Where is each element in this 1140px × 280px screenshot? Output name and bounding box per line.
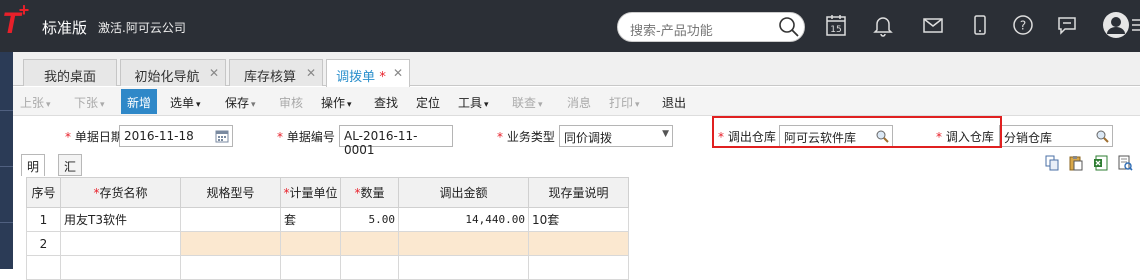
search-icon[interactable] (778, 16, 800, 38)
chevron-down-icon[interactable]: ▼ (662, 129, 669, 139)
cell-qty[interactable] (340, 231, 399, 256)
svg-text:15: 15 (830, 25, 841, 35)
excel-icon[interactable] (1093, 155, 1109, 174)
col-spec[interactable]: 规格型号 (180, 177, 281, 208)
exit-button[interactable]: 退出 (662, 94, 686, 111)
paste-icon[interactable] (1068, 155, 1084, 174)
col-stock[interactable]: 现存量说明 (528, 177, 629, 208)
menu-icon[interactable] (1132, 16, 1140, 34)
in-warehouse-field[interactable]: 分销仓库 (999, 125, 1113, 147)
tab-inventory-accounting[interactable]: 库存核算 ✕ (229, 59, 323, 86)
svg-text:?: ? (1020, 19, 1026, 33)
tab-detail[interactable]: 明细 (21, 154, 46, 191)
help-icon[interactable]: ? (1010, 12, 1036, 38)
message-button[interactable]: 消息 (567, 94, 591, 111)
tab-bar: 我的桌面 初始化导航 ✕ 库存核算 ✕ 调拨单 * ✕ (13, 52, 1140, 87)
close-icon[interactable]: ✕ (393, 66, 403, 80)
biz-type-label: * 业务类型 (497, 130, 555, 144)
preview-icon[interactable] (1117, 155, 1133, 174)
col-unit[interactable]: *计量单位 (280, 177, 341, 208)
cell-stock: 10套 (528, 207, 629, 232)
biz-type-select[interactable]: 同价调拨 ▼ (559, 125, 673, 147)
col-qty[interactable]: *数量 (340, 177, 399, 208)
locate-button[interactable]: 定位 (416, 94, 440, 111)
edition-label: 标准版 (42, 19, 88, 37)
search-input[interactable]: 搜索-产品功能 (630, 20, 713, 39)
left-nav-strip[interactable] (0, 52, 13, 269)
prev-button[interactable]: 上张 ▾ (20, 94, 51, 111)
warehouse-highlight-box (712, 116, 1002, 148)
bell-icon[interactable] (870, 12, 896, 38)
col-item[interactable]: *存货名称 (60, 177, 181, 208)
cell-unit[interactable] (280, 255, 341, 280)
cell-stock (528, 255, 629, 280)
new-button[interactable]: 新增 (121, 89, 158, 114)
search-box[interactable]: 搜索-产品功能 (617, 12, 805, 42)
cell-item[interactable] (60, 231, 181, 256)
date-field[interactable]: 2016-11-18 (119, 125, 233, 147)
table-row[interactable] (26, 255, 629, 280)
cell-item[interactable] (60, 255, 181, 280)
save-button[interactable]: 保存 ▾ (225, 94, 256, 111)
close-icon[interactable]: ✕ (209, 66, 219, 80)
search-icon[interactable] (1095, 129, 1109, 143)
number-label: * 单据编号 (277, 130, 335, 144)
grid-header-row: 序号 *存货名称 规格型号 *计量单位 *数量 调出金额 现存量说明 (26, 177, 629, 208)
col-amount[interactable]: 调出金额 (398, 177, 529, 208)
tab-transfer-order[interactable]: 调拨单 * ✕ (326, 59, 410, 87)
date-label: * 单据日期 (65, 130, 123, 144)
calendar-icon[interactable] (215, 129, 229, 143)
cell-stock (528, 231, 629, 256)
cell-item[interactable]: 用友T3软件 (60, 207, 181, 232)
number-field[interactable]: AL-2016-11-0001 (339, 125, 453, 157)
cell-unit[interactable]: 套 (280, 207, 341, 232)
cell-amount[interactable] (398, 255, 529, 280)
audit-button[interactable]: 审核 (279, 94, 303, 111)
table-row[interactable]: 2 (26, 231, 629, 256)
detail-grid: 序号 *存货名称 规格型号 *计量单位 *数量 调出金额 现存量说明 1 用友T… (26, 177, 629, 280)
company-name[interactable]: 激活.阿可云公司 (98, 19, 186, 36)
operate-button[interactable]: 操作 ▾ (321, 94, 352, 111)
cell-qty[interactable] (340, 255, 399, 280)
close-icon[interactable]: ✕ (306, 66, 316, 80)
cell-spec[interactable] (180, 255, 281, 280)
copy-row-icon[interactable] (1044, 155, 1060, 174)
cell-spec[interactable] (180, 207, 281, 232)
cell-seq: 2 (26, 231, 61, 256)
cell-spec[interactable] (180, 231, 281, 256)
select-button[interactable]: 选单 ▾ (170, 94, 201, 111)
toolbar: 上张 ▾ 下张 ▾ 新增 选单 ▾ 保存 ▾ 审核 操作 ▾ 查找 定位 工具 ▾ 联查 ▾ … (13, 87, 1140, 116)
tab-init-guide[interactable]: 初始化导航 ✕ (120, 59, 226, 86)
avatar-icon[interactable] (1102, 11, 1130, 39)
cell-seq (26, 255, 61, 280)
cell-amount[interactable] (398, 231, 529, 256)
link-button[interactable]: 联查 ▾ (512, 94, 543, 111)
cell-unit[interactable] (280, 231, 341, 256)
cell-seq: 1 (26, 207, 61, 232)
next-button[interactable]: 下张 ▾ (74, 94, 105, 111)
cell-qty[interactable]: 5.00 (340, 207, 399, 232)
tools-button[interactable]: 工具 ▾ (458, 94, 489, 111)
mail-icon[interactable] (920, 12, 946, 38)
table-row[interactable]: 1 用友T3软件 套 5.00 14,440.00 10套 (26, 207, 629, 232)
chat-icon[interactable] (1054, 12, 1080, 38)
app-logo: T+ (2, 0, 29, 40)
top-bar: T+ 标准版 激活.阿可云公司 搜索-产品功能 15 ? (0, 0, 1140, 52)
print-button[interactable]: 打印 ▾ (609, 94, 640, 111)
calendar-icon[interactable]: 15 (823, 12, 849, 38)
cell-amount[interactable]: 14,440.00 (398, 207, 529, 232)
col-seq[interactable]: 序号 (26, 177, 61, 208)
find-button[interactable]: 查找 (374, 94, 398, 111)
mobile-icon[interactable] (967, 12, 993, 38)
tab-my-desktop[interactable]: 我的桌面 (23, 59, 117, 86)
tab-summary[interactable]: 汇总 (58, 154, 83, 191)
